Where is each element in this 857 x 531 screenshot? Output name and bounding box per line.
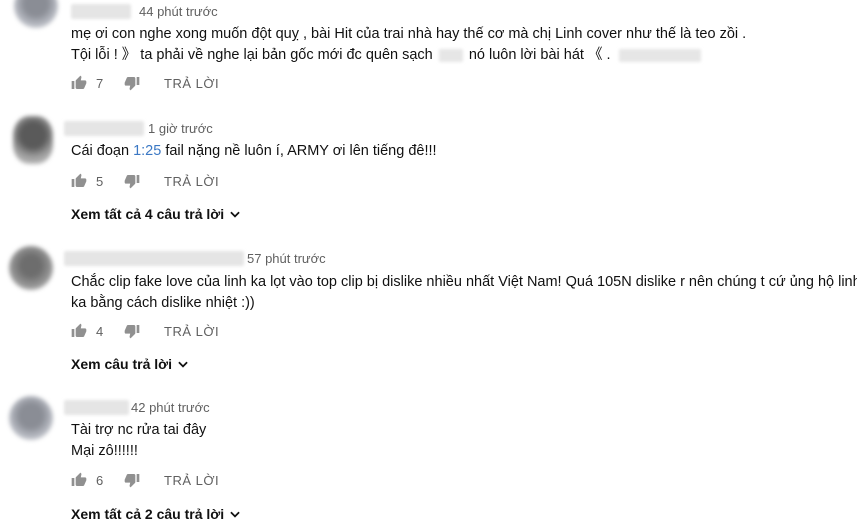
- comment-text-line: Chắc clip fake love của linh ka lọt vào …: [71, 274, 857, 290]
- redacted-text: [438, 48, 463, 62]
- reply-button[interactable]: TRẢ LỜI: [164, 76, 219, 91]
- redacted-text: [618, 48, 701, 62]
- view-replies-button[interactable]: Xem câu trả lời: [71, 356, 190, 372]
- reply-button[interactable]: TRẢ LỜI: [164, 174, 219, 189]
- timestamp-link[interactable]: 1:25: [133, 143, 161, 159]
- comment-text-segment: Cái đoạn: [71, 143, 134, 159]
- comment-text-line: Tội lỗi ! 》 ta phải về nghe lại bản gốc …: [71, 45, 746, 66]
- comment-text-segment: fail nặng nề luôn í, ARMY ơi lên tiếng đ…: [161, 143, 437, 159]
- chevron-down-icon: [178, 361, 188, 368]
- comment-timestamp[interactable]: 44 phút trước: [139, 4, 218, 19]
- like-count: 7: [96, 75, 104, 91]
- comment-text: mẹ ơi con nghe xong muốn đột quỵ , bài H…: [71, 24, 746, 66]
- view-replies-label: Xem tất cả 2 câu trả lời: [71, 506, 225, 522]
- author-name-redacted[interactable]: [64, 121, 144, 136]
- reply-button[interactable]: TRẢ LỜI: [164, 324, 219, 339]
- thumbs-down-icon[interactable]: [124, 323, 140, 339]
- comment-text-segment: Tội lỗi ! 》 ta phải về nghe lại bản gốc …: [71, 47, 433, 63]
- like-count: 4: [96, 323, 104, 339]
- comment-text-line: Mại zô!!!!!!: [71, 443, 138, 459]
- author-name-redacted[interactable]: [71, 4, 131, 19]
- thumbs-down-icon[interactable]: [124, 472, 140, 488]
- thumbs-up-icon[interactable]: [71, 472, 87, 488]
- comment-text-line: mẹ ơi con nghe xong muốn đột quỵ , bài H…: [71, 26, 747, 42]
- view-replies-button[interactable]: Xem tất cả 2 câu trả lời: [71, 506, 242, 522]
- thumbs-down-icon[interactable]: [124, 173, 140, 189]
- chevron-down-icon: [230, 211, 240, 218]
- comment-text: Cái đoạn 1:25 fail nặng nề luôn í, ARMY …: [71, 141, 437, 162]
- comment-text: Tài trợ nc rửa tai đây Mại zô!!!!!!: [71, 420, 206, 462]
- thumbs-up-icon[interactable]: [71, 323, 87, 339]
- avatar[interactable]: [9, 246, 53, 290]
- comment-timestamp[interactable]: 1 giờ trước: [148, 121, 213, 136]
- thumbs-up-icon[interactable]: [71, 173, 87, 189]
- author-name-redacted[interactable]: [64, 251, 244, 266]
- comment-text-line: ka bằng cách dislike nhiệt :)): [71, 295, 255, 311]
- view-replies-label: Xem câu trả lời: [71, 356, 172, 372]
- avatar[interactable]: [14, 0, 58, 28]
- comment-text-segment: nó luôn lời bài hát 《 .: [468, 47, 611, 63]
- like-count: 5: [96, 173, 104, 189]
- comment-timestamp[interactable]: 57 phút trước: [247, 251, 326, 266]
- comment-timestamp[interactable]: 42 phút trước: [131, 400, 210, 415]
- comment-actions: 4 TRẢ LỜI: [71, 321, 219, 341]
- author-name-redacted[interactable]: [64, 400, 129, 415]
- comment-actions: 6 TRẢ LỜI: [71, 470, 219, 490]
- comment-actions: 5 TRẢ LỜI: [71, 171, 219, 191]
- reply-button[interactable]: TRẢ LỜI: [164, 473, 219, 488]
- thumbs-up-icon[interactable]: [71, 75, 87, 91]
- thumbs-down-icon[interactable]: [124, 75, 140, 91]
- view-replies-button[interactable]: Xem tất cả 4 câu trả lời: [71, 206, 242, 222]
- avatar[interactable]: [13, 116, 53, 164]
- comment-actions: 7 TRẢ LỜI: [71, 73, 219, 93]
- view-replies-label: Xem tất cả 4 câu trả lời: [71, 206, 225, 222]
- avatar[interactable]: [9, 396, 53, 440]
- like-count: 6: [96, 472, 104, 488]
- comment-text-line: Tài trợ nc rửa tai đây: [71, 422, 207, 438]
- comment-text: Chắc clip fake love của linh ka lọt vào …: [71, 272, 857, 314]
- chevron-down-icon: [230, 511, 240, 518]
